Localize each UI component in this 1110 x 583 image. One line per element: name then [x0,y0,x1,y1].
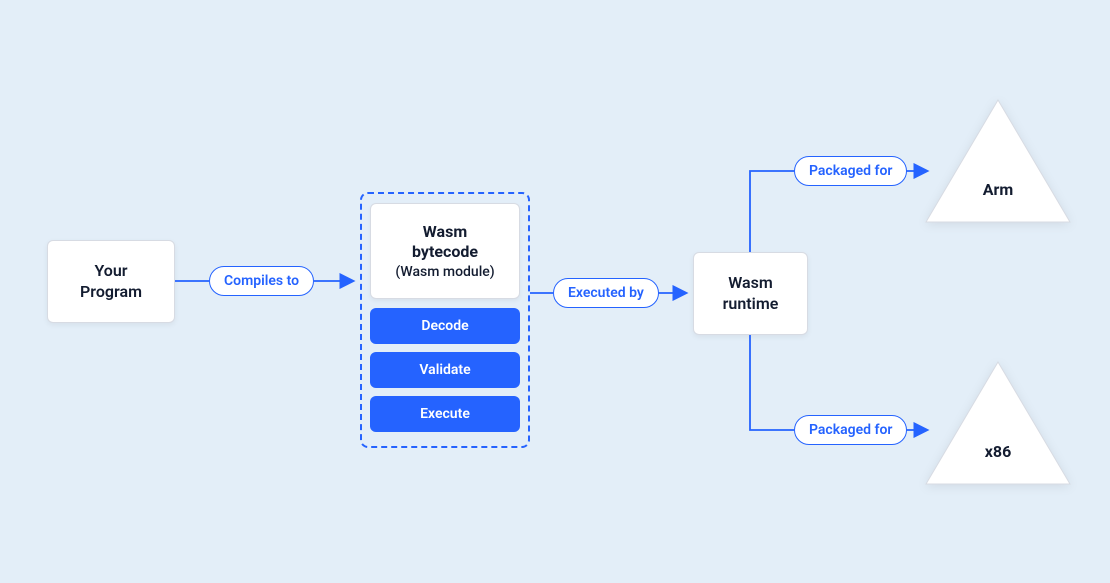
text-arm: Arm [958,180,1038,199]
text-x86: x86 [958,442,1038,461]
step-validate: Validate [370,352,520,388]
text: Executed by [568,285,644,301]
node-wasm-bytecode: Wasm bytecode (Wasm module) [370,203,520,299]
node-wasm-runtime: Wasm runtime [693,252,808,335]
node-your-program: Your Program [47,240,175,323]
text: Packaged for [809,163,892,179]
text: Execute [420,406,470,422]
edge-executed-by: Executed by [553,278,659,308]
text: (Wasm module) [395,264,494,280]
node-target-x86 [922,358,1074,492]
step-execute: Execute [370,396,520,432]
text: Validate [419,362,470,378]
node-target-arm [922,96,1074,230]
text: Decode [421,318,468,334]
text: Packaged for [809,422,892,438]
text: Your [94,261,127,282]
edge-packaged-for-arm: Packaged for [794,156,907,186]
step-decode: Decode [370,308,520,344]
text: Wasm [728,273,773,294]
text: bytecode [412,242,478,262]
edge-packaged-for-x86: Packaged for [794,415,907,445]
text: Compiles to [224,273,299,289]
text: Program [80,282,142,303]
edge-compiles-to: Compiles to [209,266,314,296]
text: Wasm [423,222,467,242]
text: runtime [723,294,779,315]
